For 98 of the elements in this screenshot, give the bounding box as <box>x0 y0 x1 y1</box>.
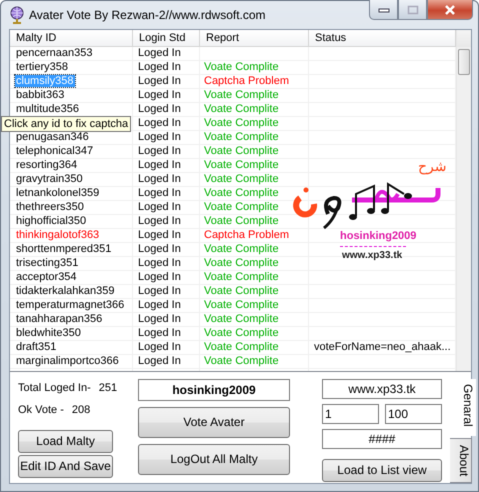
logo-name: hosinking2009 <box>340 230 416 242</box>
table-cell: Loged In <box>138 326 181 339</box>
logo-caption: شرح <box>418 158 446 175</box>
table-cell: Captcha Problem <box>204 228 289 241</box>
table-cell: Voate Complite <box>204 284 279 297</box>
table-cell: Loged In <box>138 354 181 367</box>
table-cell: Voate Complite <box>204 312 279 325</box>
close-icon <box>444 4 456 14</box>
window-title: Avater Vote By Rezwan-2//www.rdwsoft.com <box>29 8 266 22</box>
minimize-icon <box>378 6 390 12</box>
table-cell: Loged In <box>138 284 181 297</box>
tab[interactable]: About <box>450 438 472 483</box>
table-cell: Loged In <box>138 256 181 269</box>
action-button[interactable]: Edit ID And Save <box>18 454 113 478</box>
table-cell: Loged In <box>138 102 181 115</box>
table-cell: Voate Complite <box>204 242 279 255</box>
table-cell: Voate Complite <box>204 130 279 143</box>
action-button[interactable]: Vote Avater <box>138 406 290 438</box>
table-cell: Loged In <box>138 214 181 227</box>
table-cell[interactable]: trisecting351 <box>15 256 80 269</box>
table-cell: Loged In <box>138 144 181 157</box>
table-cell: Voate Complite <box>204 158 279 171</box>
site-field[interactable]: www.xp33.tk <box>322 378 442 399</box>
table-cell[interactable]: thethreers350 <box>15 200 86 213</box>
stat-value: 251 <box>98 382 118 394</box>
table-cell[interactable]: acceptor354 <box>15 270 79 283</box>
table-cell: voteForName=neo_ahaak... <box>314 340 451 353</box>
table-cell[interactable]: marginalimportco366 <box>15 354 121 367</box>
table-cell: Voate Complite <box>204 186 279 199</box>
name-field[interactable]: hosinking2009 <box>138 378 290 401</box>
table-cell: Voate Complite <box>204 270 279 283</box>
table-cell: Loged In <box>138 130 181 143</box>
table-cell[interactable]: pencernaan353 <box>15 46 94 59</box>
table-cell[interactable]: shorttenmpered351 <box>15 242 114 255</box>
table-cell[interactable]: tidakterkalahkan359 <box>15 284 116 297</box>
column-header[interactable]: Malty ID <box>10 30 133 47</box>
table-cell: Loged In <box>138 340 181 353</box>
table-cell: Voate Complite <box>204 298 279 311</box>
stat-label: Total Loged In- <box>18 382 91 394</box>
table-cell[interactable]: babbit363 <box>15 88 66 101</box>
column-header[interactable]: Status <box>309 30 456 47</box>
table-cell: Voate Complite <box>204 172 279 185</box>
number-field[interactable]: 1 <box>322 404 379 424</box>
table-cell: Voate Complite <box>204 340 279 353</box>
table-cell: Loged In <box>138 242 181 255</box>
load-button[interactable]: Load to List view <box>322 458 442 482</box>
table-cell: Loged In <box>138 228 181 241</box>
table-cell[interactable]: draft351 <box>15 340 58 353</box>
table-cell: Captcha Problem <box>204 74 289 87</box>
table-cell[interactable]: temperaturmagnet366 <box>15 298 126 311</box>
table-cell: Loged In <box>138 200 181 213</box>
table-cell: Voate Complite <box>204 200 279 213</box>
action-button[interactable]: LogOut All Malty <box>138 444 290 475</box>
table-cell: Loged In <box>138 312 181 325</box>
number-field[interactable]: 100 <box>385 404 442 424</box>
table-cell[interactable]: tanahharapan356 <box>15 312 104 325</box>
table-cell: Voate Complite <box>204 88 279 101</box>
table-cell: Voate Complite <box>204 144 279 157</box>
code-field[interactable]: #### <box>322 428 442 449</box>
table-cell[interactable]: highofficial350 <box>15 214 88 227</box>
stat-label: Ok Vote - <box>18 404 64 416</box>
table-cell[interactable]: tertiery358 <box>15 60 70 73</box>
table-cell: Loged In <box>138 298 181 311</box>
action-button[interactable]: Load Malty <box>18 430 113 453</box>
table-cell: Loged In <box>138 88 181 101</box>
table-cell: Loged In <box>138 60 181 73</box>
table-cell: Voate Complite <box>204 102 279 115</box>
table-cell: Voate Complite <box>204 214 279 227</box>
table-cell: Loged In <box>138 158 181 171</box>
close-button[interactable] <box>427 0 473 20</box>
table-cell: Voate Complite <box>204 60 279 73</box>
table-cell: Loged In <box>138 172 181 185</box>
stat-value: 208 <box>72 404 90 416</box>
table-cell: Voate Complite <box>204 256 279 269</box>
column-header[interactable]: Login Std <box>133 30 200 47</box>
table-cell: Loged In <box>138 116 181 129</box>
table-cell: Loged In <box>138 186 181 199</box>
globe-icon <box>9 6 25 24</box>
column-header[interactable]: Report <box>200 30 309 47</box>
table-cell: Voate Complite <box>204 354 279 367</box>
tooltip: Click any id to fix captcha <box>1 116 132 132</box>
table-cell: Loged In <box>138 74 181 87</box>
table-cell[interactable]: gravytrain350 <box>15 172 85 185</box>
table-cell[interactable]: multitude356 <box>15 102 81 115</box>
table-cell[interactable]: resorting364 <box>15 158 80 171</box>
table-cell: Loged In <box>138 270 181 283</box>
table-cell[interactable]: letnankolonel359 <box>15 186 102 199</box>
table-cell: Voate Complite <box>204 326 279 339</box>
table-cell[interactable]: bledwhite350 <box>15 326 83 339</box>
logo-site: www.xp33.tk <box>342 250 402 261</box>
table-cell[interactable]: penugasan346 <box>15 130 91 143</box>
table-cell: Voate Complite <box>204 116 279 129</box>
scrollbar[interactable] <box>456 30 471 371</box>
maximize-icon <box>406 4 418 14</box>
table-cell[interactable]: telephonical347 <box>15 144 96 157</box>
minimize-button[interactable] <box>369 0 398 20</box>
table-cell: Loged In <box>138 46 181 59</box>
table-cell[interactable]: thinkingalotof363 <box>15 228 102 241</box>
